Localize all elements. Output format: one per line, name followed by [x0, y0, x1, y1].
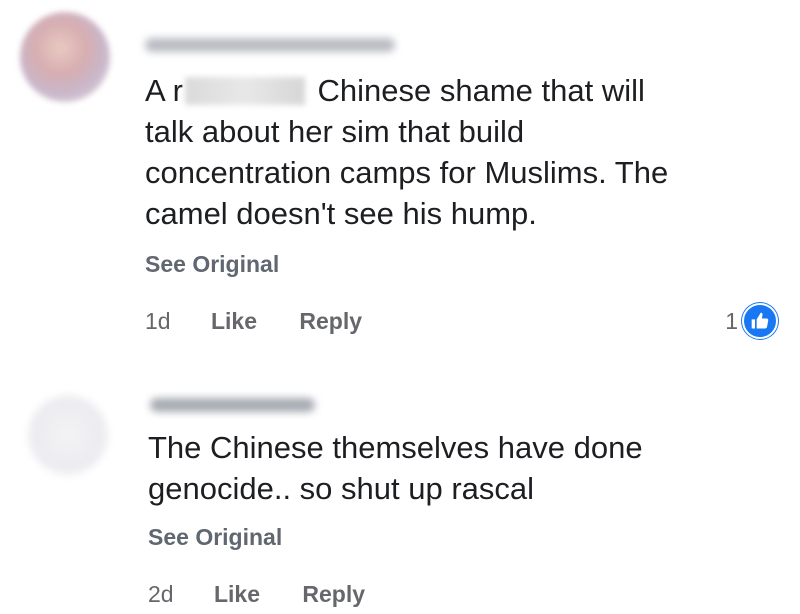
- see-original-link[interactable]: See Original: [148, 524, 282, 551]
- comment-line-1: A r Chinese shame that will: [145, 73, 645, 108]
- like-icon: [742, 303, 778, 339]
- timestamp[interactable]: 2d: [148, 581, 174, 608]
- reaction-count: 1: [725, 307, 738, 334]
- comment-line-2: talk about her sim that build: [145, 114, 525, 149]
- reaction-summary[interactable]: 1: [725, 303, 778, 339]
- see-original-link[interactable]: See Original: [145, 251, 279, 278]
- comment-line-2: genocide.. so shut up rascal: [148, 471, 535, 506]
- commenter-name-blurred[interactable]: [145, 38, 395, 52]
- comment-1: A r Chinese shame that will talk about h…: [0, 0, 800, 360]
- reply-button[interactable]: Reply: [299, 308, 362, 335]
- reply-button[interactable]: Reply: [302, 581, 365, 608]
- avatar[interactable]: [28, 395, 108, 475]
- like-button[interactable]: Like: [214, 581, 260, 608]
- comment-actions: 2d Like Reply: [148, 581, 401, 608]
- comment-line-1: The Chinese themselves have done: [148, 430, 643, 465]
- like-button[interactable]: Like: [211, 308, 257, 335]
- comment-line-3: concentration camps for Muslims. The: [145, 155, 669, 190]
- comment-line-4: camel doesn't see his hump.: [145, 196, 537, 231]
- commenter-name-blurred[interactable]: [150, 398, 315, 412]
- avatar[interactable]: [20, 12, 110, 102]
- redaction-blur: [184, 77, 305, 105]
- comment-body: A r Chinese shame that will talk about h…: [145, 70, 668, 234]
- comment-body: The Chinese themselves have done genocid…: [148, 427, 643, 509]
- timestamp[interactable]: 1d: [145, 308, 171, 335]
- comment-actions: 1d Like Reply: [145, 308, 398, 335]
